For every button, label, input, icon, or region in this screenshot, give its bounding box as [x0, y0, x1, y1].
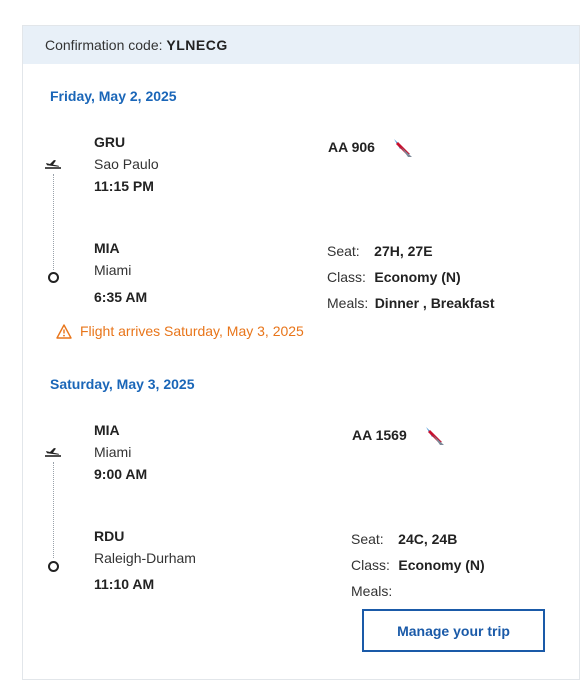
segment-1-class-value: Economy (N) [374, 269, 461, 285]
segment-2-date: Saturday, May 3, 2025 [50, 376, 195, 392]
segment-1-origin-code: GRU [94, 134, 126, 150]
segment-1-date: Friday, May 2, 2025 [50, 88, 177, 104]
segment-1-origin-city: Sao Paulo [94, 156, 159, 172]
segment-2-destination-code: RDU [94, 528, 125, 544]
segment-1-class-label: Class: [327, 269, 366, 285]
warning-icon [56, 324, 72, 339]
segment-1-route-line [53, 174, 54, 270]
airline-logo-icon [394, 139, 412, 157]
segment-2-arrival-time: 11:10 AM [94, 576, 155, 592]
segment-1-arrival-time: 6:35 AM [94, 289, 148, 305]
segment-2-destination-city: Raleigh-Durham [94, 550, 196, 566]
segment-1-destination-code: MIA [94, 240, 120, 256]
segment-1-meals-label: Meals: [327, 295, 369, 311]
segment-1-arrival-warning: Flight arrives Saturday, May 3, 2025 [80, 323, 304, 339]
destination-circle-icon [48, 561, 59, 572]
segment-1-seat-value: 27H, 27E [374, 243, 433, 259]
plane-departure-icon [45, 160, 61, 169]
segment-2-seat-value: 24C, 24B [398, 531, 458, 547]
confirmation-bar: Confirmation code: YLNECG [23, 26, 579, 64]
plane-departure-icon [45, 448, 61, 457]
segment-2-class-label: Class: [351, 557, 390, 573]
segment-2-flight-number: AA 1569 [352, 427, 407, 443]
segment-1-seat-label: Seat: [327, 243, 360, 259]
segment-1-destination-city: Miami [94, 262, 132, 278]
segment-1-departure-time: 11:15 PM [94, 178, 154, 194]
segment-2-class-value: Economy (N) [398, 557, 485, 573]
segment-1-flight-number: AA 906 [328, 139, 375, 155]
confirmation-label: Confirmation code: [45, 37, 163, 53]
segment-2-meals-label: Meals: [351, 583, 393, 599]
confirmation-code: YLNECG [166, 37, 228, 53]
segment-2-departure-time: 9:00 AM [94, 466, 148, 482]
manage-trip-button[interactable]: Manage your trip [362, 609, 545, 652]
segment-1-meals-value: Dinner , Breakfast [374, 295, 495, 311]
segment-2-origin-code: MIA [94, 422, 120, 438]
segment-2-origin-city: Miami [94, 444, 132, 460]
airline-logo-icon [426, 427, 444, 445]
segment-2-seat-label: Seat: [351, 531, 384, 547]
segment-2-route-line [53, 462, 54, 558]
destination-circle-icon [48, 272, 59, 283]
